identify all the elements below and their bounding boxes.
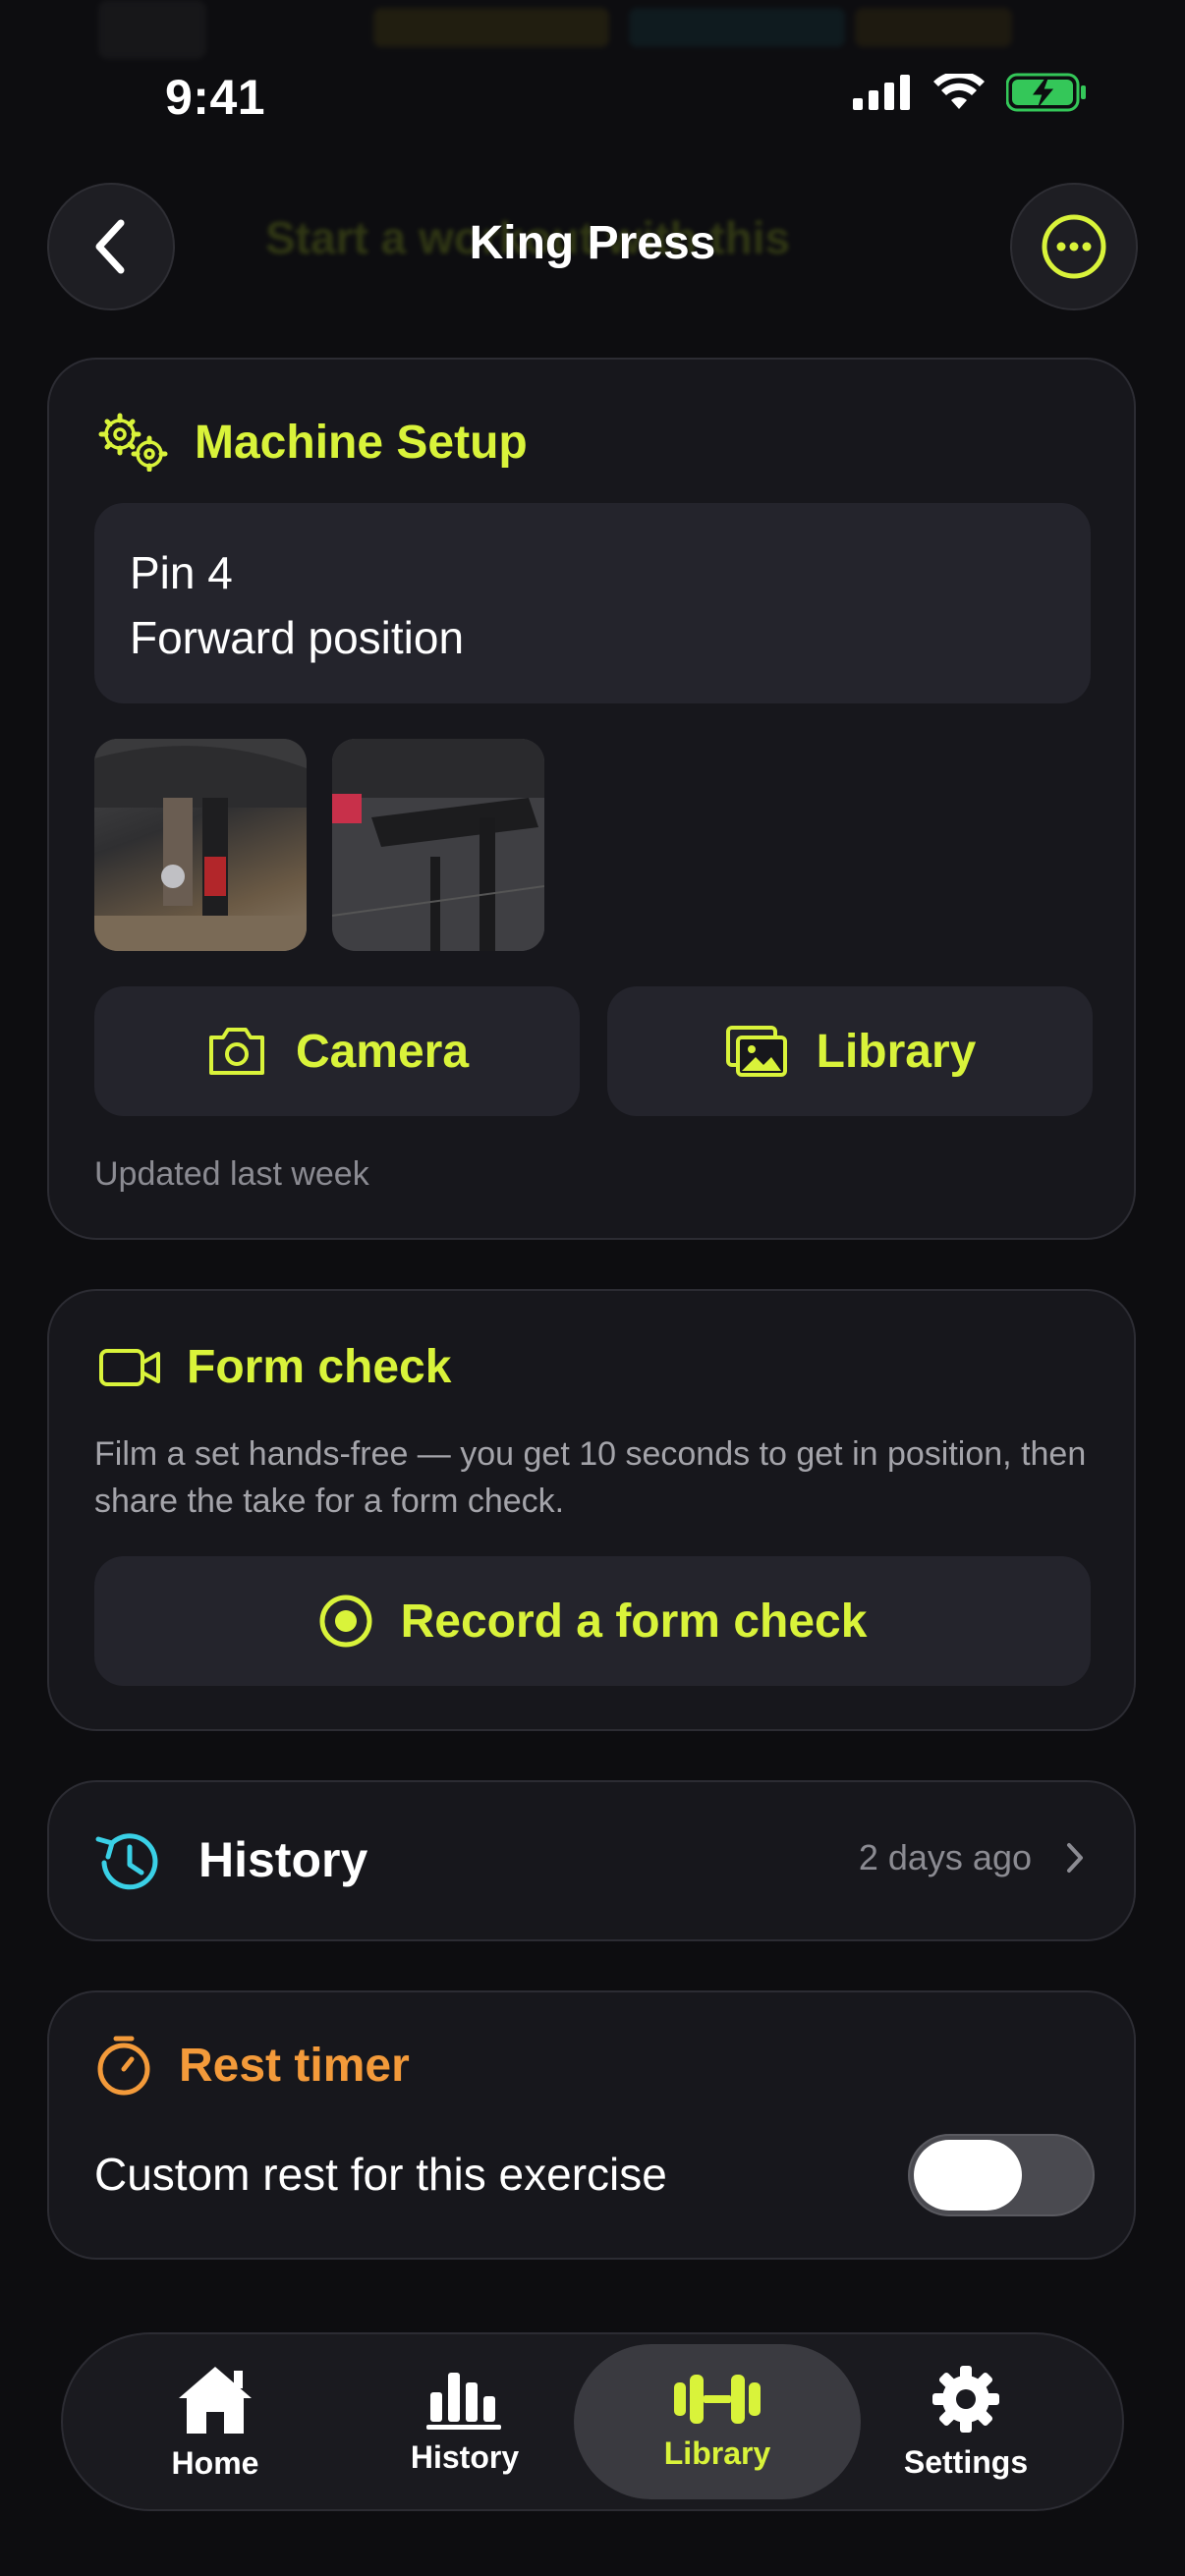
ellipsis-circle-icon [1042, 214, 1106, 279]
page-title: King Press [469, 217, 716, 269]
tab-settings[interactable]: Settings [841, 2344, 1091, 2499]
form-check-title: Form check [187, 1341, 452, 1393]
history-clock-icon [95, 1833, 158, 1890]
record-form-check-button[interactable]: Record a form check [94, 1556, 1091, 1686]
form-check-card: Form check Film a set hands-free — you g… [47, 1289, 1136, 1731]
history-meta: 2 days ago [859, 1837, 1085, 1878]
custom-rest-label: Custom rest for this exercise [94, 2149, 667, 2200]
gear-icon [932, 2365, 999, 2433]
battery-charging-icon [1006, 73, 1086, 112]
timer-icon [97, 2036, 150, 2096]
rest-timer-header: Rest timer [94, 2034, 410, 2097]
tab-history[interactable]: History [340, 2344, 590, 2499]
form-check-description: Film a set hands-free — you get 10 secon… [94, 1435, 1087, 1520]
house-icon [179, 2366, 252, 2434]
dumbbell-icon [674, 2374, 761, 2424]
tab-settings-label: Settings [903, 2443, 1029, 2480]
setup-photo-thumbnail[interactable] [332, 739, 544, 951]
cellular-signal-icon [853, 75, 910, 110]
record-icon [319, 1595, 372, 1648]
tab-history-label: History [410, 2438, 520, 2475]
tab-bar: Home History Library Settings [61, 2332, 1124, 2511]
rest-timer-card: Rest timer Custom rest for this exercise [47, 1990, 1136, 2260]
status-time: 9:41 [165, 70, 266, 125]
scrolled-content-ghost [79, 0, 1159, 69]
history-row[interactable]: History 2 days ago [47, 1780, 1136, 1941]
machine-setup-card: Machine Setup Pin 4 Forward position Cam… [47, 358, 1136, 1240]
camera-button-label: Camera [295, 1025, 470, 1078]
video-camera-icon [99, 1348, 160, 1386]
more-options-button[interactable] [1010, 183, 1138, 310]
wifi-icon [933, 74, 985, 109]
camera-button[interactable]: Camera [94, 986, 580, 1116]
machine-seat-photo [94, 739, 307, 951]
history-label: History [198, 1832, 368, 1887]
machine-handles-photo [332, 739, 544, 951]
camera-icon [208, 1028, 264, 1075]
history-last-date: 2 days ago [858, 1837, 1032, 1877]
tab-library[interactable]: Library [574, 2344, 861, 2499]
tab-home-label: Home [171, 2444, 259, 2481]
custom-rest-toggle[interactable] [908, 2134, 1095, 2216]
bar-chart-icon [426, 2372, 501, 2430]
rest-timer-title: Rest timer [179, 2039, 410, 2092]
tab-home[interactable]: Home [90, 2344, 340, 2499]
setup-note-line-1: Pin 4 [130, 547, 233, 598]
chevron-right-icon [1067, 1843, 1083, 1873]
toggle-knob [914, 2140, 1022, 2211]
updated-timestamp: Updated last week [94, 1155, 369, 1193]
machine-setup-title: Machine Setup [195, 416, 528, 469]
photo-library-icon [725, 1026, 787, 1077]
status-icons [853, 73, 1087, 112]
machine-setup-header: Machine Setup [98, 413, 528, 472]
setup-note-line-2: Forward position [130, 612, 465, 663]
form-check-header: Form check [98, 1340, 451, 1394]
setup-note-field[interactable]: Pin 4 Forward position [94, 503, 1091, 703]
setup-photo-thumbnail[interactable] [94, 739, 307, 951]
tab-library-label: Library [663, 2435, 771, 2471]
record-form-check-label: Record a form check [400, 1595, 868, 1648]
photo-library-button-label: Library [816, 1025, 977, 1078]
gears-icon [98, 413, 168, 472]
photo-library-button[interactable]: Library [607, 986, 1093, 1116]
